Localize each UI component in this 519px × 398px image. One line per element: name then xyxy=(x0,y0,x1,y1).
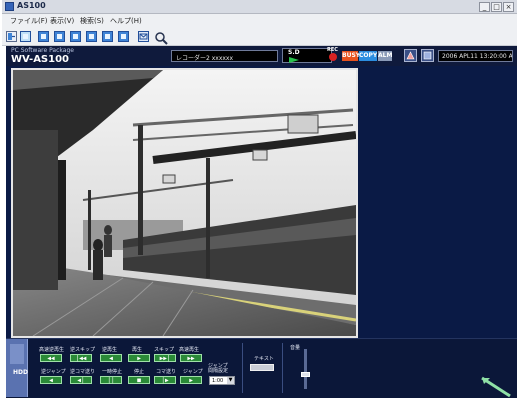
jump-button[interactable]: ▶ xyxy=(180,376,202,384)
fast-reverse-label: 高速逆再生 xyxy=(39,347,65,353)
window-title: AS100 xyxy=(17,1,46,10)
layout-seq-icon[interactable] xyxy=(118,31,129,42)
menu-help[interactable]: ヘルプ(H) xyxy=(110,16,142,26)
frame-advance-button[interactable]: |▶ xyxy=(154,376,176,384)
reverse-jump-label: 逆ジャンプ xyxy=(41,369,66,375)
alarm-reset-icon[interactable] xyxy=(404,49,417,62)
copy-badge: COPY xyxy=(359,51,378,61)
volume-slider-handle[interactable] xyxy=(301,371,310,377)
text-button[interactable] xyxy=(250,364,274,371)
pointer-arrow-icon xyxy=(481,376,511,398)
camera-feed-image[interactable] xyxy=(11,68,358,338)
package-label: PC Software Package xyxy=(11,47,74,54)
jump-interval-select[interactable]: 1:00 ▼ xyxy=(209,376,235,385)
fast-play-label: 高速再生 xyxy=(179,347,200,353)
jump-label: ジャンプ xyxy=(183,369,203,375)
model-name: WV-AS100 xyxy=(11,54,70,65)
maximize-button[interactable]: □ xyxy=(491,2,502,12)
exit-icon[interactable] xyxy=(6,31,17,42)
error-reset-icon[interactable] xyxy=(421,49,434,62)
pause-label: 一時停止 xyxy=(102,369,123,375)
skip-button[interactable]: ▶▶| xyxy=(154,354,176,362)
divider xyxy=(242,343,243,393)
fast-play-button[interactable]: ▶▶ xyxy=(180,354,202,362)
reverse-frame-label: 逆コマ送り xyxy=(70,369,96,375)
menu-bar: ファイル(F) 表示(V) 検索(S) ヘルプ(H) xyxy=(2,14,517,28)
volume-slider[interactable] xyxy=(304,349,307,389)
minimize-button[interactable]: _ xyxy=(479,2,490,12)
play-button[interactable]: ▶ xyxy=(128,354,150,362)
datetime-display: 2006 APL11 13:20:00 AM xyxy=(438,50,513,62)
app-header: PC Software Package WV-AS100 レコーダー2 xxxx… xyxy=(6,46,517,66)
layout-4-icon[interactable] xyxy=(70,31,81,42)
stop-button[interactable]: ■ xyxy=(128,376,150,384)
camera-icon[interactable] xyxy=(38,31,49,42)
reverse-skip-label: 逆スキップ xyxy=(70,347,96,353)
sd-status: S.D xyxy=(282,48,332,63)
text-label: テキスト xyxy=(254,356,274,362)
layout-16-icon[interactable] xyxy=(102,31,113,42)
app-icon xyxy=(5,2,14,11)
reverse-jump-button[interactable]: ◀ xyxy=(40,376,62,384)
play-label: 再生 xyxy=(132,347,143,353)
menu-file[interactable]: ファイル(F) xyxy=(10,16,48,26)
fast-reverse-button[interactable]: ◀◀ xyxy=(40,354,62,362)
chevron-down-icon[interactable]: ▼ xyxy=(227,377,234,384)
menu-view[interactable]: 表示(V) xyxy=(50,16,74,26)
hdd-tab-grip xyxy=(10,344,24,364)
playback-control-panel: HDD 高速逆再生 逆スキップ 逆再生 再生 スキップ 高速再生 ◀◀ |◀◀ … xyxy=(6,338,517,398)
search-icon[interactable] xyxy=(154,30,168,45)
monitor-icon[interactable] xyxy=(20,31,31,42)
tool-bar xyxy=(2,28,517,46)
reverse-skip-button[interactable]: |◀◀ xyxy=(70,354,92,362)
skip-label: スキップ xyxy=(154,347,175,353)
menu-search[interactable]: 検索(S) xyxy=(80,16,104,26)
play-status-icon xyxy=(289,57,299,63)
stop-label: 停止 xyxy=(134,369,145,375)
pause-button[interactable]: || xyxy=(100,376,122,384)
jump-interval-value: 1:00 xyxy=(212,378,224,384)
jump-interval-label: ジャンプ 間隔設定 xyxy=(208,363,229,374)
hdd-label: HDD xyxy=(13,369,28,376)
busy-badge: BUSY xyxy=(342,51,361,61)
layout-1-icon[interactable] xyxy=(54,31,65,42)
reverse-play-label: 逆再生 xyxy=(102,347,118,353)
divider xyxy=(282,343,283,393)
sd-label: S.D xyxy=(288,49,300,56)
layout-9-icon[interactable] xyxy=(86,31,97,42)
alarm-badge: ALM xyxy=(378,51,393,61)
mail-icon[interactable] xyxy=(138,31,149,42)
app-window: AS100 _ □ × ファイル(F) 表示(V) 検索(S) ヘルプ(H) P… xyxy=(0,0,519,398)
reverse-frame-button[interactable]: ◀| xyxy=(70,376,92,384)
rec-indicator-icon xyxy=(329,53,337,61)
reverse-play-button[interactable]: ◀ xyxy=(100,354,122,362)
recorder-name-display: レコーダー2 xxxxxx xyxy=(171,50,278,62)
frame-advance-label: コマ送り xyxy=(156,369,177,375)
hdd-tab[interactable]: HDD xyxy=(6,339,28,397)
title-bar: AS100 _ □ × xyxy=(2,0,517,14)
close-button[interactable]: × xyxy=(503,2,514,12)
volume-label: 音量 xyxy=(290,345,301,351)
